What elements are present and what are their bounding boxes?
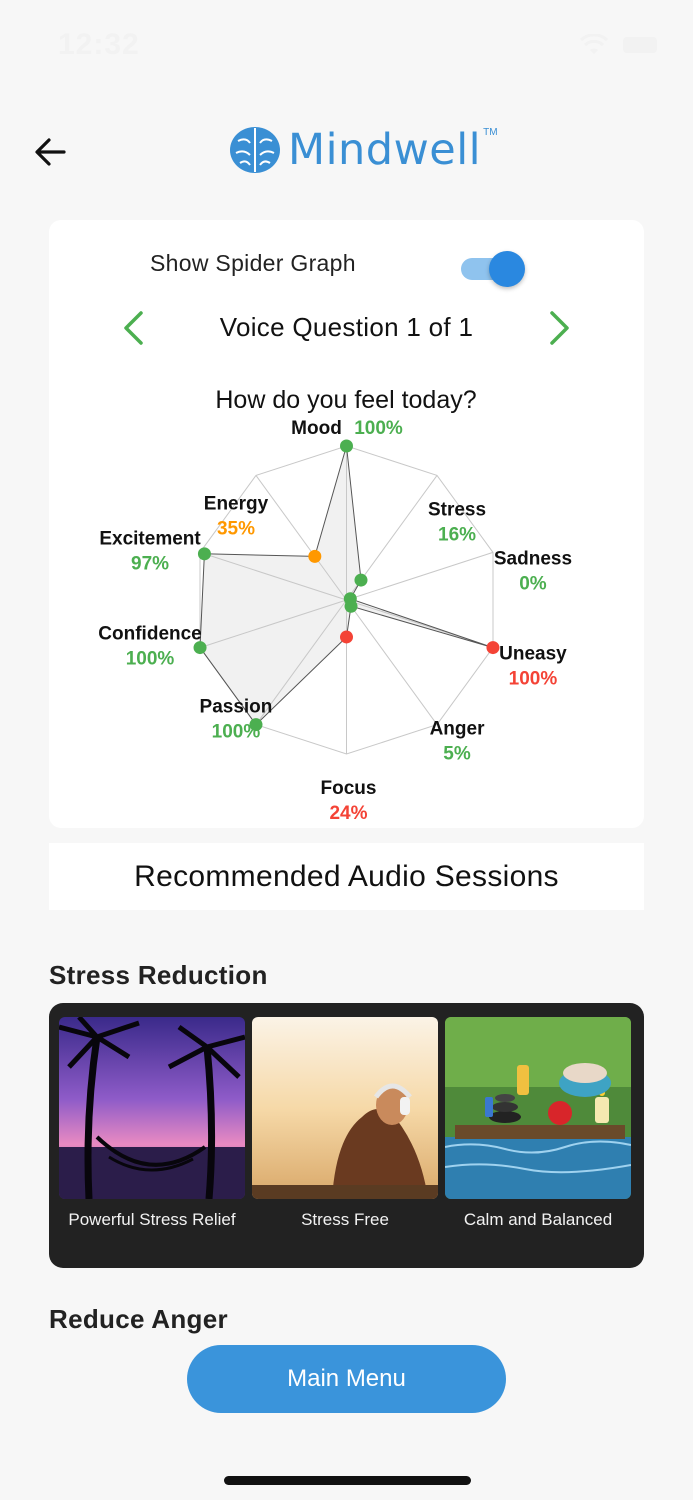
chart-spoke [346, 599, 438, 725]
chart-value-label: 100% [509, 669, 558, 690]
chart-axis-label: Anger [430, 719, 486, 740]
session-thumbnail [445, 1017, 631, 1199]
logo-text: Mindwell [288, 125, 482, 175]
next-question-button[interactable] [540, 308, 580, 348]
chart-value-label: 100% [212, 722, 261, 743]
recommended-title: Recommended Audio Sessions [134, 859, 559, 893]
chart-axis-label: Uneasy [499, 644, 567, 665]
spider-toggle-row: Show Spider Graph [49, 246, 644, 287]
chart-point-focus [340, 630, 353, 644]
spider-toggle-label: Show Spider Graph [150, 250, 356, 276]
app-header: Mindwell TM [0, 100, 693, 200]
chart-spoke [346, 551, 494, 601]
chart-value-label: 100% [126, 649, 175, 670]
status-bar: 12:32 [0, 0, 693, 90]
toggle-knob [489, 251, 525, 287]
chart-point-energy [308, 549, 322, 563]
spider-graph-toggle[interactable] [461, 250, 525, 287]
wifi-icon [579, 34, 609, 54]
chart-point-uneasy [486, 641, 500, 655]
chart-axis-label: Sadness [494, 548, 572, 569]
session-card[interactable]: Powerful Stress Relief [59, 1017, 245, 1230]
chart-value-label: 35% [217, 518, 255, 539]
session-label: Calm and Balanced [463, 1210, 613, 1229]
section-title-reduce-anger: Reduce Anger [49, 1304, 228, 1334]
chart-axis-label: Confidence [98, 624, 201, 645]
back-button[interactable] [28, 130, 72, 174]
chart-axis-label: Energy [204, 493, 269, 514]
mindwell-logo: Mindwell TM [228, 118, 502, 182]
session-label: Stress Free [301, 1210, 389, 1229]
session-thumbnail [252, 1017, 438, 1199]
chart-value-label: 100% [354, 418, 403, 439]
chart-value-label: 97% [131, 553, 169, 574]
chart-point-mood [340, 439, 353, 453]
logo-trademark: TM [483, 126, 498, 138]
chart-axis-label: Stress [428, 499, 486, 520]
session-card[interactable]: Stress Free [252, 1017, 438, 1230]
status-icons [579, 34, 657, 56]
chart-point-anger [344, 599, 358, 613]
arrow-left-icon [35, 138, 66, 166]
home-indicator[interactable] [224, 1476, 471, 1485]
chart-point-stress [354, 573, 368, 587]
chart-value-label: 0% [519, 573, 547, 594]
section-title-stress-reduction: Stress Reduction [49, 960, 268, 990]
chart-axis-label: Focus [321, 778, 377, 799]
spider-graph-card: Show Spider Graph Voice Question 1 of 1 … [49, 220, 644, 828]
session-thumbnail [59, 1017, 245, 1199]
stress-reduction-sessions: Powerful Stress Relief Stress Free Calm … [49, 1003, 644, 1268]
status-time: 12:32 [58, 28, 140, 61]
chart-axis-label: Passion [200, 697, 273, 718]
question-nav: Voice Question 1 of 1 [49, 308, 644, 348]
chart-value-label: 5% [443, 744, 471, 765]
chart-axis-label: Excitement [99, 528, 201, 549]
spider-chart: How do you feel today? Mood 100% Stress 16%… [98, 386, 572, 824]
brain-icon [230, 127, 280, 173]
main-menu-button[interactable]: Main Menu [187, 1345, 506, 1413]
chart-value-label: 16% [438, 524, 476, 545]
recommended-header: Recommended Audio Sessions [49, 843, 644, 910]
chevron-right-icon [550, 311, 569, 345]
session-card[interactable]: Calm and Balanced [445, 1017, 631, 1230]
chart-title: How do you feel today? [215, 386, 476, 414]
session-label: Powerful Stress Relief [68, 1210, 236, 1229]
chart-value-label: 24% [329, 803, 367, 824]
battery-icon [623, 37, 657, 53]
chart-axis-label: Mood [291, 418, 342, 439]
